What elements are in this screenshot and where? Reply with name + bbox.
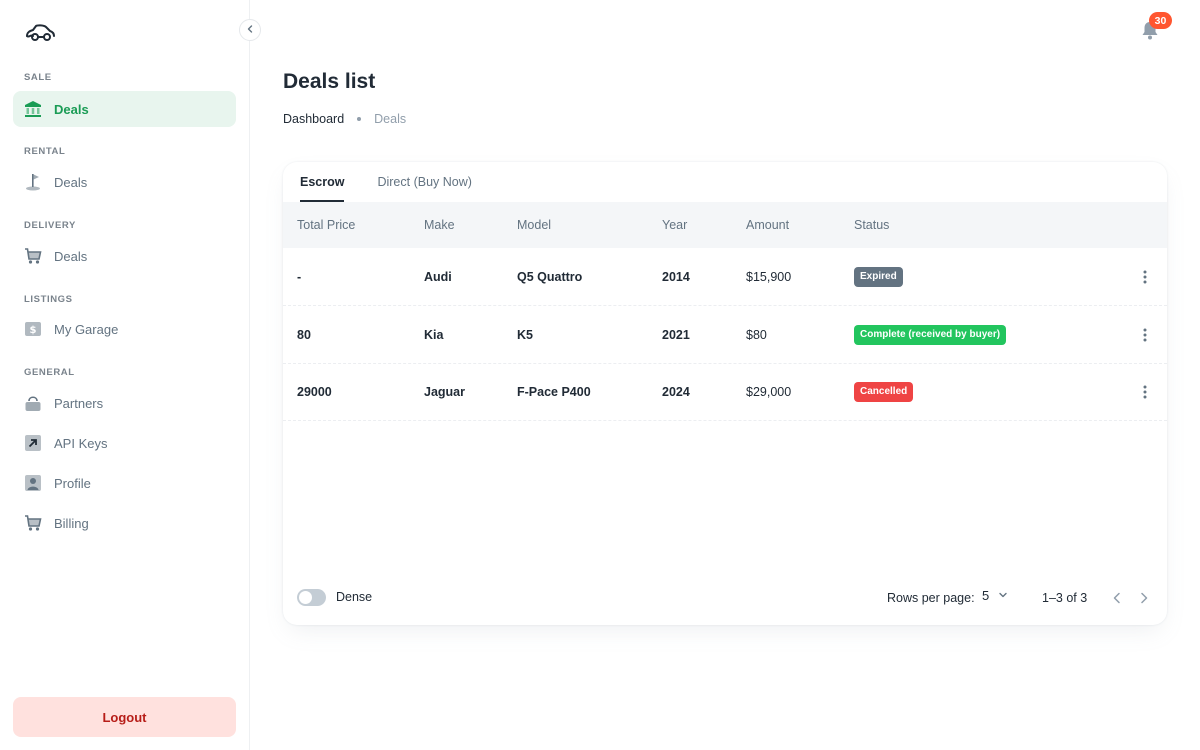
- sidebar-item-delivery-deals[interactable]: Deals: [13, 238, 236, 274]
- table-header: Total Price Make Model Year Amount Statu…: [283, 202, 1167, 248]
- sidebar-item-rental-deals[interactable]: Deals: [13, 164, 236, 200]
- column-header-total-price[interactable]: Total Price: [297, 202, 355, 248]
- sidebar-item-sale-deals[interactable]: Deals: [13, 91, 236, 127]
- column-header-status[interactable]: Status: [854, 202, 889, 248]
- more-vertical-icon[interactable]: [1138, 382, 1152, 402]
- rows-per-page-value: 5: [982, 588, 990, 603]
- table-footer: Dense Rows per page: 5 1–3 of 3: [283, 578, 1167, 618]
- cell-total-price: -: [297, 269, 302, 284]
- column-header-year[interactable]: Year: [662, 202, 687, 248]
- cell-model: K5: [517, 327, 533, 342]
- section-label-sale: SALE: [24, 72, 52, 83]
- golf-flag-icon: [24, 173, 42, 191]
- status-badge: Complete (received by buyer): [854, 324, 1007, 345]
- breadcrumb-separator: [357, 117, 362, 121]
- cell-status: Complete (received by buyer): [854, 306, 1007, 363]
- cell-total-price: 29000: [297, 384, 332, 399]
- sidebar-item-label: Billing: [54, 515, 89, 531]
- cart-icon: [24, 247, 42, 265]
- sidebar-item-label: Partners: [54, 395, 104, 411]
- cell-year: 2021: [662, 327, 690, 342]
- cell-make: Kia: [424, 327, 444, 342]
- dollar-tag-icon: $: [24, 320, 42, 338]
- section-label-rental: RENTAL: [24, 146, 66, 157]
- chevron-left-icon: [245, 21, 255, 39]
- deals-card: Escrow Direct (Buy Now) Total Price Make…: [283, 162, 1167, 625]
- breadcrumb-dashboard[interactable]: Dashboard: [283, 112, 344, 126]
- cell-total-price: 80: [297, 327, 311, 342]
- more-vertical-icon[interactable]: [1138, 325, 1152, 345]
- more-vertical-icon[interactable]: [1138, 267, 1152, 287]
- chevron-right-icon[interactable]: [1136, 590, 1152, 606]
- cell-amount: $15,900: [746, 269, 792, 284]
- cell-model: Q5 Quattro: [517, 269, 583, 284]
- tab-direct-buy-now[interactable]: Direct (Buy Now): [377, 162, 471, 202]
- sidebar-item-label: API Keys: [54, 435, 108, 451]
- cell-status: Expired: [854, 248, 903, 305]
- logout-label: Logout: [102, 709, 147, 725]
- rows-per-page-select[interactable]: 5: [982, 588, 1008, 603]
- sidebar-item-label: Deals: [54, 174, 88, 190]
- bag-icon: [24, 394, 42, 412]
- sidebar-item-label: Profile: [54, 475, 91, 491]
- column-header-make[interactable]: Make: [424, 202, 455, 248]
- breadcrumb-current: Deals: [374, 112, 407, 126]
- cell-year: 2024: [662, 384, 690, 399]
- section-label-listings: LISTINGS: [24, 294, 73, 305]
- sidebar-item-my-garage[interactable]: $ My Garage: [13, 311, 236, 347]
- notification-badge: 30: [1149, 12, 1172, 29]
- cell-make: Jaguar: [424, 384, 465, 399]
- car-logo-icon[interactable]: [24, 22, 56, 44]
- tabs: Escrow Direct (Buy Now): [300, 162, 505, 202]
- dense-toggle[interactable]: [297, 589, 326, 606]
- sidebar-item-label: My Garage: [54, 321, 119, 337]
- section-label-general: GENERAL: [24, 367, 75, 378]
- status-badge: Expired: [854, 266, 903, 287]
- sidebar-item-profile[interactable]: Profile: [13, 465, 236, 501]
- table-row[interactable]: 80 Kia K5 2021 $80 Complete (received by…: [283, 306, 1167, 364]
- cell-make: Audi: [424, 269, 452, 284]
- table-row[interactable]: 29000 Jaguar F-Pace P400 2024 $29,000 Ca…: [283, 363, 1167, 421]
- status-badge: Cancelled: [854, 381, 914, 402]
- pagination-range: 1–3 of 3: [1042, 591, 1088, 605]
- svg-text:$: $: [30, 325, 37, 336]
- cell-year: 2014: [662, 269, 690, 284]
- sidebar-item-api-keys[interactable]: API Keys: [13, 425, 236, 461]
- user-icon: [24, 474, 42, 492]
- cart-icon: [24, 514, 42, 532]
- sidebar: SALE Deals RENTAL Deals DELIVERY Deals L…: [0, 0, 250, 750]
- column-header-model[interactable]: Model: [517, 202, 551, 248]
- sidebar-item-billing[interactable]: Billing: [13, 505, 236, 541]
- column-header-amount[interactable]: Amount: [746, 202, 789, 248]
- table-row[interactable]: - Audi Q5 Quattro 2014 $15,900 Expired: [283, 248, 1167, 306]
- collapse-sidebar-button[interactable]: [239, 19, 261, 41]
- chevron-down-icon: [998, 588, 1008, 603]
- arrow-up-right-icon: [24, 434, 42, 452]
- sidebar-item-label: Deals: [54, 248, 88, 264]
- dense-label: Dense: [336, 590, 373, 604]
- tab-escrow[interactable]: Escrow: [300, 162, 345, 202]
- section-label-delivery: DELIVERY: [24, 220, 76, 231]
- page-title: Deals list: [283, 70, 376, 93]
- cell-model: F-Pace P400: [517, 384, 591, 399]
- bank-icon: [24, 100, 42, 118]
- rows-per-page-label: Rows per page:: [887, 591, 975, 605]
- cell-amount: $29,000: [746, 384, 792, 399]
- breadcrumb: Dashboard Deals: [283, 112, 406, 126]
- sidebar-item-label: Deals: [54, 101, 89, 117]
- sidebar-item-partners[interactable]: Partners: [13, 385, 236, 421]
- chevron-left-icon[interactable]: [1109, 590, 1125, 606]
- cell-status: Cancelled: [854, 363, 914, 420]
- cell-amount: $80: [746, 327, 767, 342]
- logout-button[interactable]: Logout: [13, 697, 236, 737]
